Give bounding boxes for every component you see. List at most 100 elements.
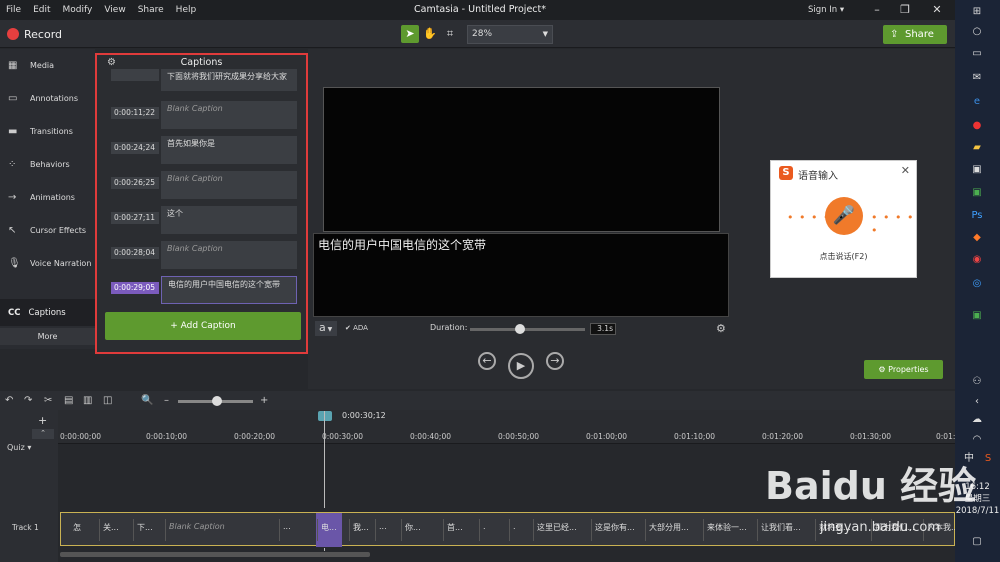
store-icon[interactable]: ▣ [968,162,986,178]
camtasia-active-icon[interactable]: ▣ [968,308,986,324]
video-canvas[interactable] [323,87,720,232]
menu-modify[interactable]: Modify [57,5,99,15]
caption-row[interactable]: 0:00:28;04 Blank Caption [111,241,297,271]
camtasia-icon[interactable]: ▣ [968,185,986,201]
timeline-clip[interactable]: 电... [321,522,337,533]
gear-icon[interactable]: ⚙ [716,322,726,335]
app-icon[interactable]: ● [968,118,986,134]
photoshop-icon[interactable]: Ps [968,208,986,224]
menu-help[interactable]: Help [170,5,203,15]
timeline-clip[interactable]: 下... [137,522,153,533]
restore-icon[interactable]: ❐ [898,3,912,17]
timeline-clip[interactable]: . [513,522,516,531]
share-button[interactable]: ⇪ Share [883,25,947,44]
play-icon[interactable]: ▶ [508,353,534,379]
caption-row-selected[interactable]: 0:00:29;05 电信的用户中国电信的这个宽带 [111,276,297,306]
add-track-icon[interactable]: + [38,414,47,427]
qq-browser-icon[interactable]: ◎ [968,276,986,292]
quiz-track[interactable]: Quiz ▾ [7,443,31,452]
caption-text[interactable]: Blank Caption [161,241,297,269]
nav-behaviors[interactable]: ⁘ Behaviors [0,148,95,181]
duration-slider[interactable] [470,328,585,331]
playhead-handle[interactable] [318,411,332,421]
nav-voice-narration[interactable]: 🎙 Voice Narration [0,247,95,280]
caption-text[interactable]: 电信的用户中国电信的这个宽带 [161,276,297,304]
caption-row[interactable]: 0:00:24;24 首先如果你是 [111,136,297,166]
next-frame-icon[interactable]: → [546,352,564,370]
notification-icon[interactable]: ▢ [968,534,986,550]
pan-tool-icon[interactable]: ✋ [421,25,439,43]
microphone-icon[interactable]: 🎤 [825,197,863,235]
undo-icon[interactable]: ↶ [5,395,13,406]
menu-file[interactable]: File [0,5,27,15]
timeline-clip[interactable]: 让我们看... [761,522,801,533]
chevron-left-icon[interactable]: ‹ [968,394,986,410]
close-icon[interactable]: ✕ [930,3,944,17]
caption-text[interactable]: 这个 [161,206,297,234]
record-button[interactable]: Record [24,28,62,41]
people-icon[interactable]: ⚇ [968,374,986,390]
edge-icon[interactable]: e [968,94,986,110]
caption-text[interactable]: 下面就将我们研究成果分享给大家 [161,69,297,91]
caption-row[interactable]: 下面就将我们研究成果分享给大家 [111,69,297,99]
properties-button[interactable]: ⚙ Properties [864,360,943,379]
timeline-clip[interactable]: Blank Caption [169,522,225,531]
collapse-icon[interactable]: ⌃ [32,429,54,439]
nav-cursor-effects[interactable]: ↖ Cursor Effects [0,214,95,247]
timeline-clip[interactable]: 你... [405,522,421,533]
caption-text[interactable]: Blank Caption [161,101,297,129]
add-caption-button[interactable]: + Add Caption [105,312,301,340]
cortana-icon[interactable]: ○ [968,24,986,40]
wifi-icon[interactable]: ◠ [968,432,986,448]
nav-animations[interactable]: → Animations [0,181,95,214]
zoom-out-icon[interactable]: – [164,395,169,406]
windows-start-icon[interactable]: ⊞ [968,4,986,20]
folder-icon[interactable]: ▰ [968,140,986,156]
font-button[interactable]: a ▼ [315,321,337,336]
cloud-icon[interactable]: ☁ [968,412,986,428]
menu-edit[interactable]: Edit [27,5,56,15]
timeline-clip[interactable]: 这是你有... [595,522,635,533]
caption-text[interactable]: Blank Caption [161,171,297,199]
caption-editor[interactable]: 电信的用户中国电信的这个宽带 [313,233,729,317]
paste-icon[interactable]: ▥ [83,395,92,406]
horizontal-scrollbar[interactable] [60,552,370,557]
sogou-icon[interactable]: S [979,451,997,467]
timeline-clip[interactable]: 来体验一... [707,522,747,533]
duration-input[interactable]: 3.1s [590,323,616,335]
crop-tool-icon[interactable]: ⌗ [441,25,459,43]
close-icon[interactable]: ✕ [901,164,910,177]
time-ruler[interactable]: 0:00:00;00 0:00:10;00 0:00:20;00 0:00:30… [58,410,955,444]
timeline-clip[interactable]: 关... [103,522,119,533]
caption-row[interactable]: 0:00:11;22 Blank Caption [111,101,297,131]
cut-icon[interactable]: ✂ [44,395,52,406]
app-icon[interactable]: ◆ [968,230,986,246]
more-button[interactable]: More [0,328,95,345]
menu-view[interactable]: View [98,5,131,15]
split-icon[interactable]: ◫ [103,395,112,406]
timeline-zoom-handle[interactable] [212,396,222,406]
ada-check[interactable]: ✔ ADA [345,324,368,332]
caption-text[interactable]: 首先如果你是 [161,136,297,164]
minimize-icon[interactable]: – [870,3,884,17]
select-tool-icon[interactable]: ➤ [401,25,419,43]
previous-frame-icon[interactable]: ← [478,352,496,370]
timeline-clip[interactable]: . [483,522,486,531]
caption-row[interactable]: 0:00:27;11 这个 [111,206,297,236]
timeline-clip[interactable]: 首... [447,522,463,533]
nav-transitions[interactable]: ▬ Transitions [0,115,95,148]
duration-slider-handle[interactable] [515,324,525,334]
timeline-clip[interactable]: 怎 [73,522,81,533]
timeline-clip[interactable]: ... [283,522,291,531]
timeline-clip[interactable]: 这里已经... [537,522,577,533]
zoom-icon[interactable]: 🔍 [141,395,153,406]
zoom-select[interactable]: 28% ▼ [467,25,553,44]
nav-annotations[interactable]: ▭ Annotations [0,82,95,115]
mail-icon[interactable]: ✉ [968,70,986,86]
timeline-clip[interactable]: ... [379,522,387,531]
timeline-clip[interactable]: 大部分用... [649,522,689,533]
zoom-in-icon[interactable]: + [260,395,268,406]
nav-captions[interactable]: CC Captions [0,299,95,326]
menu-share[interactable]: Share [132,5,170,15]
redo-icon[interactable]: ↷ [24,395,32,406]
